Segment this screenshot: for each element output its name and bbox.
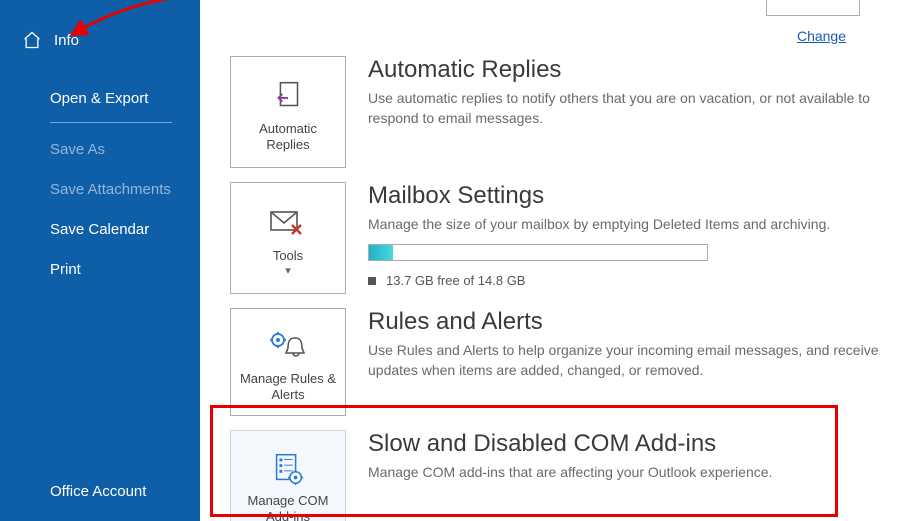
com-addins-icon [269,449,307,487]
sidebar-item-label: Save Calendar [50,221,149,238]
manage-com-addins-tile[interactable]: Manage COM Add-ins [230,430,346,521]
sidebar-item-label: Save As [50,141,105,158]
rules-alerts-icon [266,328,310,364]
tile-label: Manage Rules & Alerts [235,371,341,402]
sidebar-item-save-attachments: Save Attachments [0,169,200,209]
change-link[interactable]: Change [797,28,846,44]
sidebar-item-label: Info [54,32,79,49]
sidebar-item-label: Office Account [50,483,146,500]
sidebar-item-save-calendar[interactable]: Save Calendar [0,209,200,249]
sidebar-item-label: Save Attachments [50,181,171,198]
sidebar-separator [50,122,172,123]
sidebar-item-print[interactable]: Print [0,249,200,289]
section-desc: Manage the size of your mailbox by empty… [368,214,888,234]
sidebar-item-label: Print [50,261,81,278]
mailbox-usage-text: 13.7 GB free of 14.8 GB [368,273,900,288]
mailbox-usage-value: 13.7 GB free of 14.8 GB [386,273,525,288]
tools-tile[interactable]: Tools ▾ [230,182,346,294]
sidebar-item-label: Open & Export [50,90,148,107]
home-icon [22,30,42,50]
backstage-sidebar: Info Open & Export Save As Save Attachme… [0,0,200,521]
section-desc: Use Rules and Alerts to help organize yo… [368,340,888,381]
sidebar-item-office-account[interactable]: Office Account [0,471,200,511]
section-desc: Use automatic replies to notify others t… [368,88,888,129]
mailbox-usage-bar [368,244,708,261]
section-title-automatic-replies: Automatic Replies [368,56,900,84]
content-pane: Change Automatic Replies Automatic Repli… [200,0,900,521]
sidebar-item-info[interactable]: Info [0,20,200,60]
tools-icon [267,206,309,240]
tile-label: Tools [273,248,303,264]
automatic-replies-tile[interactable]: Automatic Replies [230,56,346,168]
bullet-icon [368,277,376,285]
section-title-rules: Rules and Alerts [368,308,900,336]
section-title-mailbox: Mailbox Settings [368,182,900,210]
mailbox-usage-fill [369,245,393,260]
section-title-addins: Slow and Disabled COM Add-ins [368,430,900,458]
account-picture-box [766,0,860,16]
tile-label: Automatic Replies [259,121,317,152]
sidebar-item-save-as: Save As [0,129,200,169]
tile-label: Manage COM Add-ins [235,493,341,521]
section-desc: Manage COM add-ins that are affecting yo… [368,462,888,482]
manage-rules-tile[interactable]: Manage Rules & Alerts [230,308,346,416]
sidebar-item-open-export[interactable]: Open & Export [0,78,200,118]
automatic-replies-icon [269,77,307,115]
chevron-down-icon: ▾ [285,265,291,278]
